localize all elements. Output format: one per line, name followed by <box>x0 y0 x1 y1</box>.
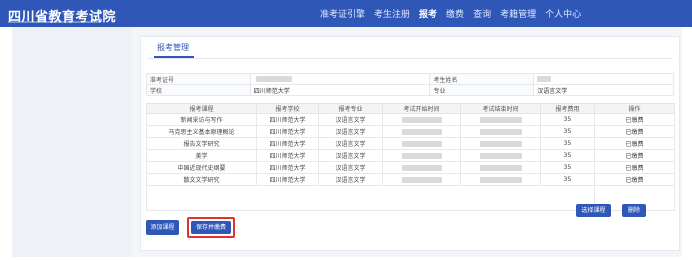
major-label: 专业 <box>429 84 535 96</box>
start-time-redacted <box>382 125 461 138</box>
course-name: 散文文学研究 <box>146 173 257 186</box>
exam-no-label: 准考证号 <box>146 73 251 85</box>
start-time-redacted <box>382 113 461 126</box>
paid-status[interactable]: 已缴费 <box>594 173 675 186</box>
candidate-info-table: 准考证号 考生姓名 学校 四川师范大学 专业 汉语言文学 <box>146 73 674 96</box>
course-fee: 35 <box>540 149 595 162</box>
course-name: 报告文学研究 <box>146 137 257 150</box>
main-nav: 准考证引擎 考生注册 报考 缴费 查询 考籍管理 个人中心 <box>320 7 581 20</box>
course-name: 美学 <box>146 149 257 162</box>
footer-empty-cell <box>146 185 595 211</box>
paid-status[interactable]: 已缴费 <box>594 161 675 174</box>
paid-status[interactable]: 已缴费 <box>594 149 675 162</box>
start-time-redacted <box>382 161 461 174</box>
table-row: 中国近现代史纲要 四川师范大学 汉语言文学 35 已缴费 <box>146 161 675 174</box>
school-label: 学校 <box>146 84 251 96</box>
col-major: 报考专业 <box>318 103 383 114</box>
end-time-redacted <box>460 113 541 126</box>
course-major: 汉语言文学 <box>318 161 383 174</box>
school-value: 四川师范大学 <box>249 84 431 96</box>
course-fee: 35 <box>540 113 595 126</box>
select-course-button[interactable]: 选择课程 <box>576 204 611 217</box>
end-time-redacted <box>460 137 541 150</box>
course-school: 四川师范大学 <box>256 149 319 162</box>
table-row: 散文文学研究 四川师范大学 汉语言文学 35 已缴费 <box>146 173 675 186</box>
course-name: 新闻采访与写作 <box>146 113 257 126</box>
course-school: 四川师范大学 <box>256 173 319 186</box>
course-major: 汉语言文学 <box>318 113 383 126</box>
course-major: 汉语言文学 <box>318 173 383 186</box>
course-school: 四川师范大学 <box>256 161 319 174</box>
table-row: 报告文学研究 四川师范大学 汉语言文学 35 已缴费 <box>146 137 675 150</box>
paid-status[interactable]: 已缴费 <box>594 137 675 150</box>
course-fee: 35 <box>540 137 595 150</box>
col-fee: 报考费用 <box>540 103 595 114</box>
sidebar <box>12 27 132 257</box>
col-school: 报考学校 <box>256 103 319 114</box>
start-time-redacted <box>382 137 461 150</box>
table-row: 新闻采访与写作 四川师范大学 汉语言文学 35 已缴费 <box>146 113 675 126</box>
start-time-redacted <box>382 173 461 186</box>
end-time-redacted <box>460 173 541 186</box>
name-label: 考生姓名 <box>429 73 535 85</box>
tab-apply-management[interactable]: 报考管理 <box>157 42 189 53</box>
col-course: 报考课程 <box>146 103 257 114</box>
table-header: 报考课程 报考学校 报考专业 考试开始时间 考试结束时间 报考费用 操作 <box>146 103 675 114</box>
paid-status[interactable]: 已缴费 <box>594 113 675 126</box>
nav-admission-ticket[interactable]: 准考证引擎 <box>320 7 365 20</box>
nav-register[interactable]: 考生注册 <box>374 7 410 20</box>
course-fee: 35 <box>540 161 595 174</box>
end-time-redacted <box>460 149 541 162</box>
col-action: 操作 <box>594 103 675 114</box>
top-navigation-bar: 四川省教育考试院 准考证引擎 考生注册 报考 缴费 查询 考籍管理 个人中心 <box>0 0 692 27</box>
course-table: 报考课程 报考学校 报考专业 考试开始时间 考试结束时间 报考费用 操作 新闻采… <box>146 103 675 211</box>
end-time-redacted <box>460 125 541 138</box>
name-value-redacted <box>533 73 674 85</box>
table-row: 马克思主义基本原理概论 四川师范大学 汉语言文学 35 已缴费 <box>146 125 675 138</box>
course-name: 马克思主义基本原理概论 <box>146 125 257 138</box>
course-major: 汉语言文学 <box>318 125 383 138</box>
start-time-redacted <box>382 149 461 162</box>
exam-no-value-redacted <box>249 73 431 85</box>
table-row: 美学 四川师范大学 汉语言文学 35 已缴费 <box>146 149 675 162</box>
major-value: 汉语言文学 <box>533 84 674 96</box>
course-school: 四川师范大学 <box>256 125 319 138</box>
nav-apply[interactable]: 报考 <box>419 7 437 20</box>
paid-status[interactable]: 已缴费 <box>594 125 675 138</box>
course-major: 汉语言文学 <box>318 137 383 150</box>
nav-payment[interactable]: 缴费 <box>446 7 464 20</box>
course-major: 汉语言文学 <box>318 149 383 162</box>
end-time-redacted <box>460 161 541 174</box>
nav-query[interactable]: 查询 <box>473 7 491 20</box>
course-name: 中国近现代史纲要 <box>146 161 257 174</box>
nav-records[interactable]: 考籍管理 <box>500 7 536 20</box>
course-school: 四川师范大学 <box>256 137 319 150</box>
nav-profile[interactable]: 个人中心 <box>545 7 581 20</box>
col-start-time: 考试开始时间 <box>382 103 461 114</box>
course-fee: 35 <box>540 173 595 186</box>
add-course-button[interactable]: 添加课程 <box>146 220 179 235</box>
logo-underline <box>8 21 100 23</box>
delete-button[interactable]: 删除 <box>622 204 646 217</box>
course-school: 四川师范大学 <box>256 113 319 126</box>
col-end-time: 考试结束时间 <box>460 103 541 114</box>
course-fee: 35 <box>540 125 595 138</box>
tab-divider <box>147 58 673 59</box>
highlight-box <box>187 217 235 238</box>
